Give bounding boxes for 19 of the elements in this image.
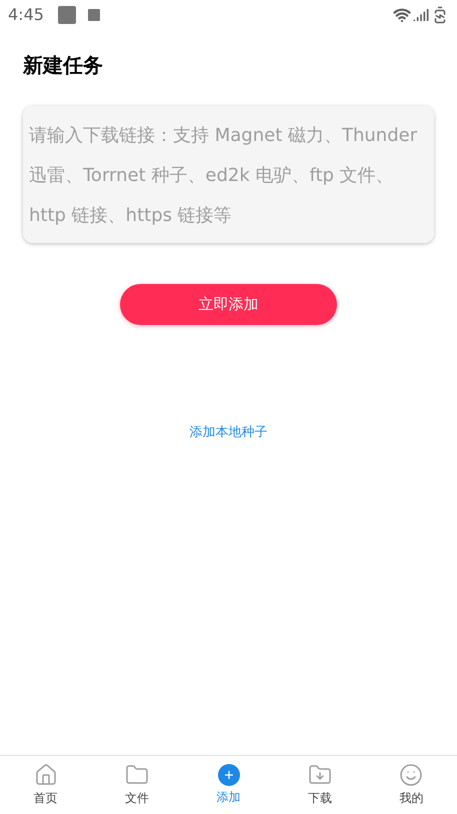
wifi-icon xyxy=(393,6,411,24)
nav-tab[interactable]: 首页 xyxy=(0,756,92,814)
notification-icon xyxy=(88,9,100,21)
folder-icon xyxy=(125,763,150,787)
nav-tab[interactable]: 文件 xyxy=(91,756,183,814)
signal-icon xyxy=(413,7,429,23)
nav-tab[interactable]: 添加 xyxy=(182,756,274,814)
add-local-seed-link[interactable]: 添加本地种子 xyxy=(190,423,268,442)
link-input-field[interactable]: 请输入下载链接：支持 Magnet 磁力、Thunder 迅雷、Torrnet 种子、ed2k 电驴、ftp 文件、http 链接、https 链接等 xyxy=(23,106,434,243)
status-time: 4:45 xyxy=(8,4,44,26)
folder-download-icon xyxy=(308,763,332,787)
nav-tab[interactable]: 下载 xyxy=(274,756,366,814)
nav-tab[interactable]: 我的 xyxy=(366,756,457,814)
add-now-button[interactable]: 立即添加 xyxy=(120,284,337,325)
plus-icon xyxy=(218,764,240,786)
page-title: 新建任务 xyxy=(23,52,104,79)
smile-icon xyxy=(399,763,424,787)
notification-icon xyxy=(58,6,76,24)
home-icon xyxy=(34,763,58,787)
